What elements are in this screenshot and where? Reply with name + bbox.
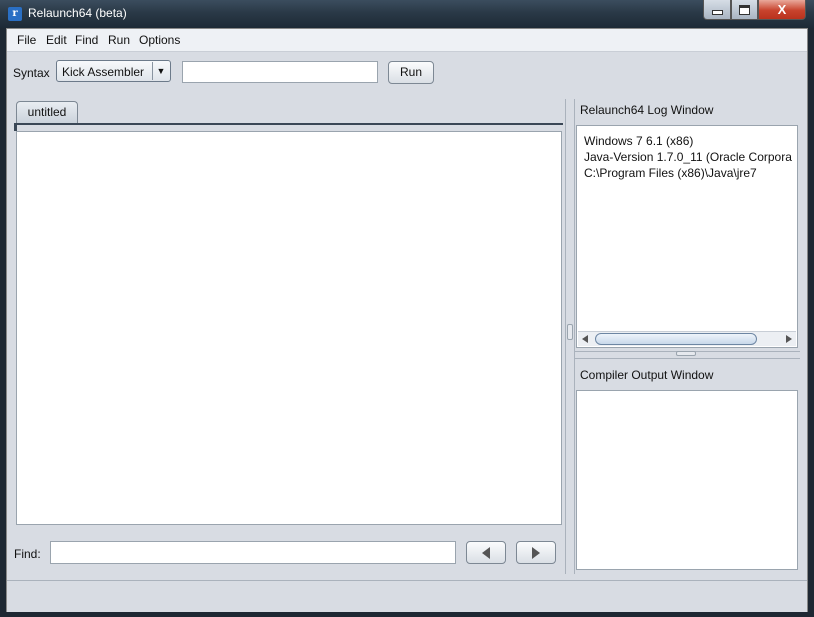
syntax-dropdown[interactable]: Kick Assembler ▼ (56, 60, 171, 82)
splitter-grip[interactable] (567, 324, 573, 340)
run-button[interactable]: Run (388, 61, 434, 84)
tab-underline (14, 123, 563, 125)
log-line: C:\Program Files (x86)\Java\jre7 (584, 166, 757, 180)
log-horizontal-scrollbar[interactable] (578, 331, 796, 346)
log-line: Java-Version 1.7.0_11 (Oracle Corpora (584, 150, 792, 164)
application-window: r Relaunch64 (beta) X File Edit Find Run… (0, 0, 814, 617)
scrollbar-thumb[interactable] (595, 333, 757, 345)
tab-underline-edge (14, 123, 17, 131)
maximize-button[interactable] (731, 0, 758, 20)
close-button[interactable]: X (758, 0, 806, 20)
find-label: Find: (14, 547, 41, 561)
syntax-label: Syntax (13, 66, 50, 80)
close-icon: X (777, 2, 787, 17)
horizontal-splitter[interactable] (574, 351, 800, 359)
menu-run[interactable]: Run (108, 33, 130, 47)
tab-untitled[interactable]: untitled (16, 101, 78, 124)
vertical-splitter[interactable] (565, 99, 575, 574)
compiler-output-window[interactable] (576, 390, 798, 570)
minimize-button[interactable] (703, 0, 731, 20)
menu-options[interactable]: Options (139, 33, 180, 47)
menu-bar: File Edit Find Run Options (7, 29, 807, 52)
chevron-down-icon[interactable]: ▼ (152, 62, 169, 80)
find-previous-button[interactable] (466, 541, 506, 564)
minimize-icon (711, 10, 723, 15)
compiler-output-title: Compiler Output Window (580, 368, 714, 382)
title-bar[interactable]: r Relaunch64 (beta) X (0, 0, 814, 28)
log-window-title: Relaunch64 Log Window (580, 103, 714, 117)
window-title: Relaunch64 (beta) (28, 6, 127, 20)
main-frame: File Edit Find Run Options Syntax Kick A… (6, 28, 808, 612)
window-controls: X (703, 0, 806, 20)
menu-file[interactable]: File (17, 33, 36, 47)
maximize-icon (739, 4, 750, 15)
app-icon[interactable]: r (8, 7, 22, 21)
log-line: Windows 7 6.1 (x86) (584, 134, 694, 148)
find-input[interactable] (50, 541, 456, 564)
scroll-right-icon[interactable] (786, 335, 792, 343)
scroll-left-icon[interactable] (582, 335, 588, 343)
status-bar (7, 580, 807, 612)
splitter-grip[interactable] (676, 351, 696, 356)
syntax-selected-value: Kick Assembler (62, 65, 145, 79)
arrow-right-icon (532, 546, 540, 559)
menu-edit[interactable]: Edit (46, 33, 67, 47)
arrow-left-icon (482, 546, 490, 559)
menu-find[interactable]: Find (75, 33, 98, 47)
command-input[interactable] (182, 61, 378, 83)
find-next-button[interactable] (516, 541, 556, 564)
source-editor[interactable] (16, 131, 562, 525)
log-window[interactable]: Windows 7 6.1 (x86) Java-Version 1.7.0_1… (576, 125, 798, 348)
